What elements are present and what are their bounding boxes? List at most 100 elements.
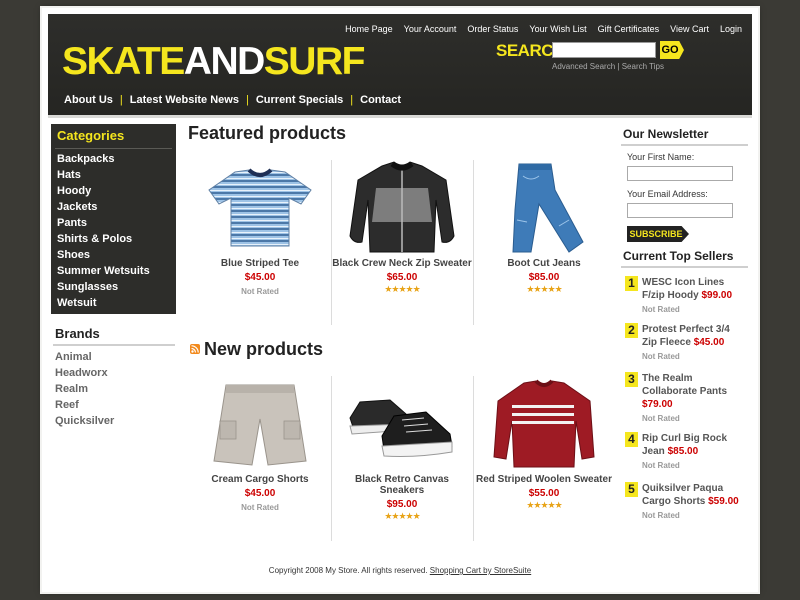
subscribe-button[interactable]: SUBSCRIBE bbox=[627, 226, 689, 242]
top-seller-rating: Not Rated bbox=[642, 414, 680, 423]
brand-animal[interactable]: Animal bbox=[55, 349, 175, 365]
top-link-gift-certificates[interactable]: Gift Certificates bbox=[598, 24, 660, 34]
sneakers-icon[interactable] bbox=[332, 374, 472, 474]
nav-latest-news[interactable]: Latest Website News bbox=[130, 94, 239, 106]
nav-contact[interactable]: Contact bbox=[360, 94, 401, 106]
rank-badge: 5 bbox=[625, 482, 638, 497]
newsletter-panel: Our Newsletter Your First Name: Your Ema… bbox=[621, 127, 748, 242]
footer: Copyright 2008 My Store. All rights rese… bbox=[0, 566, 800, 575]
first-name-field[interactable] bbox=[627, 166, 733, 181]
top-link-login[interactable]: Login bbox=[720, 24, 742, 34]
top-seller-link[interactable]: The Realm Collaborate Pants $79.00 bbox=[642, 372, 745, 411]
product-name[interactable]: Cream Cargo Shorts bbox=[190, 474, 330, 485]
advanced-search-link[interactable]: Advanced Search bbox=[552, 62, 615, 71]
brand-reef[interactable]: Reef bbox=[55, 397, 175, 413]
brands-title: Brands bbox=[55, 326, 100, 341]
product-card: Black Crew Neck Zip Sweater $65.00 ★★★★★ bbox=[332, 158, 472, 294]
top-seller-price: $99.00 bbox=[701, 290, 733, 301]
jeans-icon[interactable] bbox=[474, 158, 614, 258]
logo-part-skate: SKATE bbox=[62, 40, 185, 83]
top-links: Home Page Your Account Order Status Your… bbox=[345, 24, 742, 34]
top-seller-item: 1 WESC Icon Lines F/zip Hoody $99.00 Not… bbox=[625, 276, 745, 314]
search-tips-link[interactable]: Search Tips bbox=[622, 62, 664, 71]
newsletter-divider bbox=[621, 144, 748, 146]
nav-separator: | bbox=[245, 94, 249, 106]
categories-title: Categories bbox=[57, 128, 125, 143]
product-card: Black Retro Canvas Sneakers $95.00 ★★★★★ bbox=[332, 374, 472, 521]
top-seller-price: $79.00 bbox=[642, 399, 673, 410]
top-seller-rating: Not Rated bbox=[642, 352, 680, 361]
top-seller-rating: Not Rated bbox=[642, 511, 680, 520]
nav-about-us[interactable]: About Us bbox=[64, 94, 113, 106]
product-name[interactable]: Red Striped Woolen Sweater bbox=[474, 474, 614, 485]
star-rating: ★★★★★ bbox=[384, 284, 420, 294]
brand-quicksilver[interactable]: Quicksilver bbox=[55, 413, 175, 429]
category-pants[interactable]: Pants bbox=[57, 215, 176, 231]
top-seller-price: $85.00 bbox=[667, 446, 699, 457]
top-link-home[interactable]: Home Page bbox=[345, 24, 393, 34]
top-seller-price: $59.00 bbox=[708, 496, 739, 507]
product-rating: Not Rated bbox=[241, 287, 279, 296]
tshirt-icon[interactable] bbox=[190, 158, 330, 258]
first-name-label: Your First Name: bbox=[627, 152, 695, 162]
top-seller-link[interactable]: Protest Perfect 3/4 Zip Fleece $45.00 bbox=[642, 323, 745, 349]
footer-storesuite-link[interactable]: Shopping Cart by StoreSuite bbox=[430, 566, 531, 575]
product-name[interactable]: Blue Striped Tee bbox=[190, 258, 330, 269]
product-price: $95.00 bbox=[386, 499, 418, 510]
top-seller-link[interactable]: WESC Icon Lines F/zip Hoody $99.00 bbox=[642, 276, 745, 302]
product-card: Blue Striped Tee $45.00 Not Rated bbox=[190, 158, 330, 296]
top-link-order-status[interactable]: Order Status bbox=[467, 24, 518, 34]
product-price: $55.00 bbox=[528, 488, 560, 499]
top-seller-link[interactable]: Quiksilver Paqua Cargo Shorts $59.00 bbox=[642, 482, 745, 508]
rank-badge: 4 bbox=[625, 432, 638, 447]
product-card: Boot Cut Jeans $85.00 ★★★★★ bbox=[474, 158, 614, 294]
category-shoes[interactable]: Shoes bbox=[57, 247, 176, 263]
product-card: Red Striped Woolen Sweater $55.00 ★★★★★ bbox=[474, 374, 614, 510]
footer-copyright: Copyright 2008 My Store. All rights rese… bbox=[268, 566, 428, 575]
sweater-icon[interactable] bbox=[474, 374, 614, 474]
top-seller-item: 2 Protest Perfect 3/4 Zip Fleece $45.00 … bbox=[625, 323, 745, 361]
top-seller-rating: Not Rated bbox=[642, 461, 680, 470]
nav-current-specials[interactable]: Current Specials bbox=[256, 94, 343, 106]
search-input[interactable] bbox=[552, 42, 656, 58]
product-name[interactable]: Boot Cut Jeans bbox=[474, 258, 614, 269]
nav-separator: | bbox=[350, 94, 354, 106]
star-rating: ★★★★★ bbox=[526, 500, 562, 510]
category-jackets[interactable]: Jackets bbox=[57, 199, 176, 215]
product-name[interactable]: Black Crew Neck Zip Sweater bbox=[332, 258, 472, 269]
category-summer-wetsuits[interactable]: Summer Wetsuits bbox=[57, 263, 176, 279]
top-link-view-cart[interactable]: View Cart bbox=[670, 24, 709, 34]
product-price: $65.00 bbox=[386, 272, 418, 283]
product-price: $45.00 bbox=[244, 272, 276, 283]
rank-badge: 3 bbox=[625, 372, 638, 387]
shorts-icon[interactable] bbox=[190, 374, 330, 474]
brands-list: Animal Headworx Realm Reef Quicksilver bbox=[55, 349, 175, 429]
star-rating: ★★★★★ bbox=[384, 511, 420, 521]
top-seller-link[interactable]: Rip Curl Big Rock Jean $85.00 bbox=[642, 432, 745, 458]
categories-list: Backpacks Hats Hoody Jackets Pants Shirt… bbox=[51, 151, 176, 311]
new-products-label: New products bbox=[204, 339, 324, 359]
category-hoody[interactable]: Hoody bbox=[57, 183, 176, 199]
brands-divider bbox=[53, 344, 175, 346]
search-go-button[interactable]: GO bbox=[660, 41, 684, 59]
category-shirts-polos[interactable]: Shirts & Polos bbox=[57, 231, 176, 247]
product-rating: Not Rated bbox=[241, 503, 279, 512]
rss-icon[interactable] bbox=[190, 344, 200, 354]
product-price: $45.00 bbox=[244, 488, 276, 499]
category-sunglasses[interactable]: Sunglasses bbox=[57, 279, 176, 295]
jacket-icon[interactable] bbox=[332, 158, 472, 258]
top-sellers-divider bbox=[621, 266, 748, 268]
category-wetsuit[interactable]: Wetsuit bbox=[57, 295, 176, 311]
top-link-wish-list[interactable]: Your Wish List bbox=[529, 24, 586, 34]
main-nav: About Us | Latest Website News | Current… bbox=[64, 94, 401, 106]
product-name[interactable]: Black Retro Canvas Sneakers bbox=[332, 474, 472, 496]
categories-divider bbox=[55, 148, 172, 149]
category-hats[interactable]: Hats bbox=[57, 167, 176, 183]
brand-headworx[interactable]: Headworx bbox=[55, 365, 175, 381]
brand-realm[interactable]: Realm bbox=[55, 381, 175, 397]
product-card: Cream Cargo Shorts $45.00 Not Rated bbox=[190, 374, 330, 512]
logo[interactable]: SKATEANDSURF bbox=[62, 38, 365, 86]
category-backpacks[interactable]: Backpacks bbox=[57, 151, 176, 167]
top-link-account[interactable]: Your Account bbox=[404, 24, 457, 34]
email-field[interactable] bbox=[627, 203, 733, 218]
